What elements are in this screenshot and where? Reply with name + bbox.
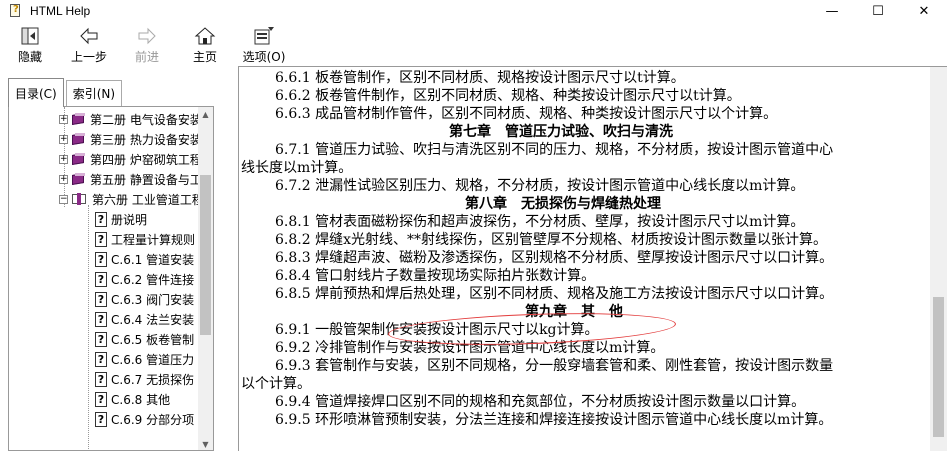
content-line: 6.6.3 成品管材制作管件，区别不同材质、规格、种类按设计图示尺寸以个计算。	[275, 106, 778, 122]
scroll-down-arrow-icon[interactable]: ▼	[198, 437, 213, 450]
hide-button[interactable]: 隐藏	[0, 22, 60, 66]
help-page-icon: ?	[95, 351, 107, 367]
content-line: 6.7.1 管道压力试验、吹扫与清洗区别不同的压力、规格，不分材质，按设计图示管…	[275, 142, 834, 158]
scroll-thumb[interactable]	[200, 175, 211, 335]
content-line: 6.9.3 套管制作与安装，区别不同规格，分一般穿墙套管和柔、刚性套管，按设计图…	[275, 358, 834, 374]
expand-icon[interactable]: +	[59, 174, 68, 184]
tree-item-page[interactable]: ? C.6.1 管道安装	[95, 249, 194, 269]
content-scrollbar[interactable]	[930, 67, 947, 451]
content-line: 6.8.4 管口射线片子数量按现场实际拍片张数计算。	[275, 268, 596, 284]
expand-icon[interactable]: +	[59, 154, 68, 164]
tree-item-page[interactable]: ? C.6.3 阀门安装	[95, 289, 194, 309]
hide-pane-icon	[19, 26, 41, 46]
tree-item-book-2[interactable]: + 第二册 电气设备安装	[59, 109, 199, 129]
tree-item-book-5[interactable]: + 第五册 静置设备与工	[59, 169, 199, 189]
tree-scrollbar[interactable]: ▲ ▼	[198, 107, 213, 450]
close-button[interactable]: ✕	[901, 0, 947, 22]
contents-tree: + 第二册 电气设备安装 + 第三册 热力设备安装 + 第四册 炉窑砌筑工程 +…	[8, 106, 214, 451]
maximize-button[interactable]: ☐	[855, 0, 901, 22]
tab-index[interactable]: 索引(N)	[65, 80, 123, 106]
topic-content: 6.6.1 板卷管制作，区别不同材质、规格按设计图示尺寸以t计算。 6.6.2 …	[238, 66, 947, 451]
help-app-icon: ?	[8, 3, 24, 19]
book-closed-icon	[72, 152, 86, 166]
help-page-icon: ?	[95, 371, 107, 387]
tree-item-page[interactable]: ? 册说明	[95, 209, 147, 229]
help-page-icon: ?	[95, 291, 107, 307]
scroll-thumb[interactable]	[933, 297, 944, 437]
book-closed-icon	[72, 112, 86, 126]
home-button[interactable]: 主页	[176, 22, 234, 66]
chapter-heading: 第七章 管道压力试验、吹扫与清洗	[449, 124, 673, 140]
content-line: 6.9.5 环形喷淋管预制安装，分法兰连接和焊接连接按设计图示管道中心线长度以m…	[275, 412, 833, 428]
tree-item-page[interactable]: ? C.6.4 法兰安装	[95, 309, 194, 329]
tree-item-page[interactable]: ? 工程量计算规则	[95, 229, 195, 249]
scroll-up-arrow-icon[interactable]: ▲	[198, 107, 213, 122]
help-page-icon: ?	[95, 411, 107, 427]
back-arrow-icon	[78, 26, 100, 46]
book-closed-icon	[72, 172, 86, 186]
navigation-pane: 目录(C) 索引(N) + 第二册 电气设备安装 + 第三册 热力设备安装 + …	[0, 70, 232, 451]
minimize-button[interactable]: —	[809, 0, 855, 22]
content-line: 6.9.4 管道焊接焊口区别不同的规格和充氮部位，不分材质按设计图示数量以口计算…	[275, 394, 806, 410]
expand-icon[interactable]: +	[59, 114, 68, 124]
tree-item-page[interactable]: ? C.6.5 板卷管制	[95, 329, 194, 349]
tree-item-book-3[interactable]: + 第三册 热力设备安装	[59, 129, 199, 149]
help-page-icon: ?	[95, 391, 107, 407]
options-icon	[252, 26, 276, 46]
book-closed-icon	[72, 132, 86, 146]
help-page-icon: ?	[95, 331, 107, 347]
home-icon	[194, 26, 216, 46]
expand-icon[interactable]: +	[59, 134, 68, 144]
tree-item-page[interactable]: ? C.6.8 其他	[95, 389, 170, 409]
help-page-icon: ?	[95, 231, 107, 247]
forward-arrow-icon	[136, 26, 158, 46]
content-line: 6.8.3 焊缝超声波、磁粉及渗透探伤，区别规格不分材质、壁厚按设计图示尺寸以口…	[275, 250, 834, 266]
tree-item-page[interactable]: ? C.6.6 管道压力	[95, 349, 194, 369]
tree-item-page[interactable]: ? C.6.7 无损探伤	[95, 369, 194, 389]
help-page-icon: ?	[95, 311, 107, 327]
content-line: 6.7.2 泄漏性试验区别压力、规格，不分材质，按设计图示管道中心线长度以m计算…	[275, 178, 805, 194]
book-open-icon	[72, 193, 88, 205]
tree-item-book-4[interactable]: + 第四册 炉窑砌筑工程	[59, 149, 199, 169]
title-bar: ? HTML Help — ☐ ✕	[0, 0, 947, 22]
content-line: 6.6.2 板卷管件制作，区别不同材质、规格、种类按设计图示尺寸以t计算。	[275, 88, 741, 104]
content-line: 6.6.1 板卷管制作，区别不同材质、规格按设计图示尺寸以t计算。	[275, 70, 685, 86]
content-line: 6.8.5 焊前预热和焊后热处理，区别不同材质、规格及施工方法按设计图示尺寸以口…	[275, 286, 834, 302]
help-page-icon: ?	[95, 271, 107, 287]
content-line: 6.8.1 管材表面磁粉探伤和超声波探伤，不分材质、壁厚，按设计图示尺寸以m计算…	[275, 214, 805, 230]
tree-item-page[interactable]: ? C.6.9 分部分项	[95, 409, 194, 429]
tab-contents[interactable]: 目录(C)	[8, 78, 64, 107]
forward-button[interactable]: 前进	[118, 22, 176, 66]
back-button[interactable]: 上一步	[60, 22, 118, 66]
help-page-icon: ?	[95, 251, 107, 267]
collapse-icon[interactable]: −	[59, 194, 68, 204]
tree-item-book-6[interactable]: − 第六册 工业管道工程	[59, 189, 199, 209]
help-page-icon: ?	[95, 211, 107, 227]
content-line: 6.8.2 焊缝x光射线、**射线探伤，区别管壁厚不分规格、材质按设计图示数量以…	[275, 232, 827, 248]
options-button[interactable]: 选项(O)	[234, 22, 294, 66]
tree-item-page[interactable]: ? C.6.2 管件连接	[95, 269, 194, 289]
content-line: 线长度以m计算。	[241, 160, 353, 176]
toolbar: 隐藏 上一步 前进 主页 选项(O)	[0, 22, 947, 66]
chapter-heading: 第八章 无损探伤与焊缝热处理	[465, 196, 661, 212]
window-title: HTML Help	[30, 4, 91, 18]
content-line: 以个计算。	[241, 376, 311, 392]
